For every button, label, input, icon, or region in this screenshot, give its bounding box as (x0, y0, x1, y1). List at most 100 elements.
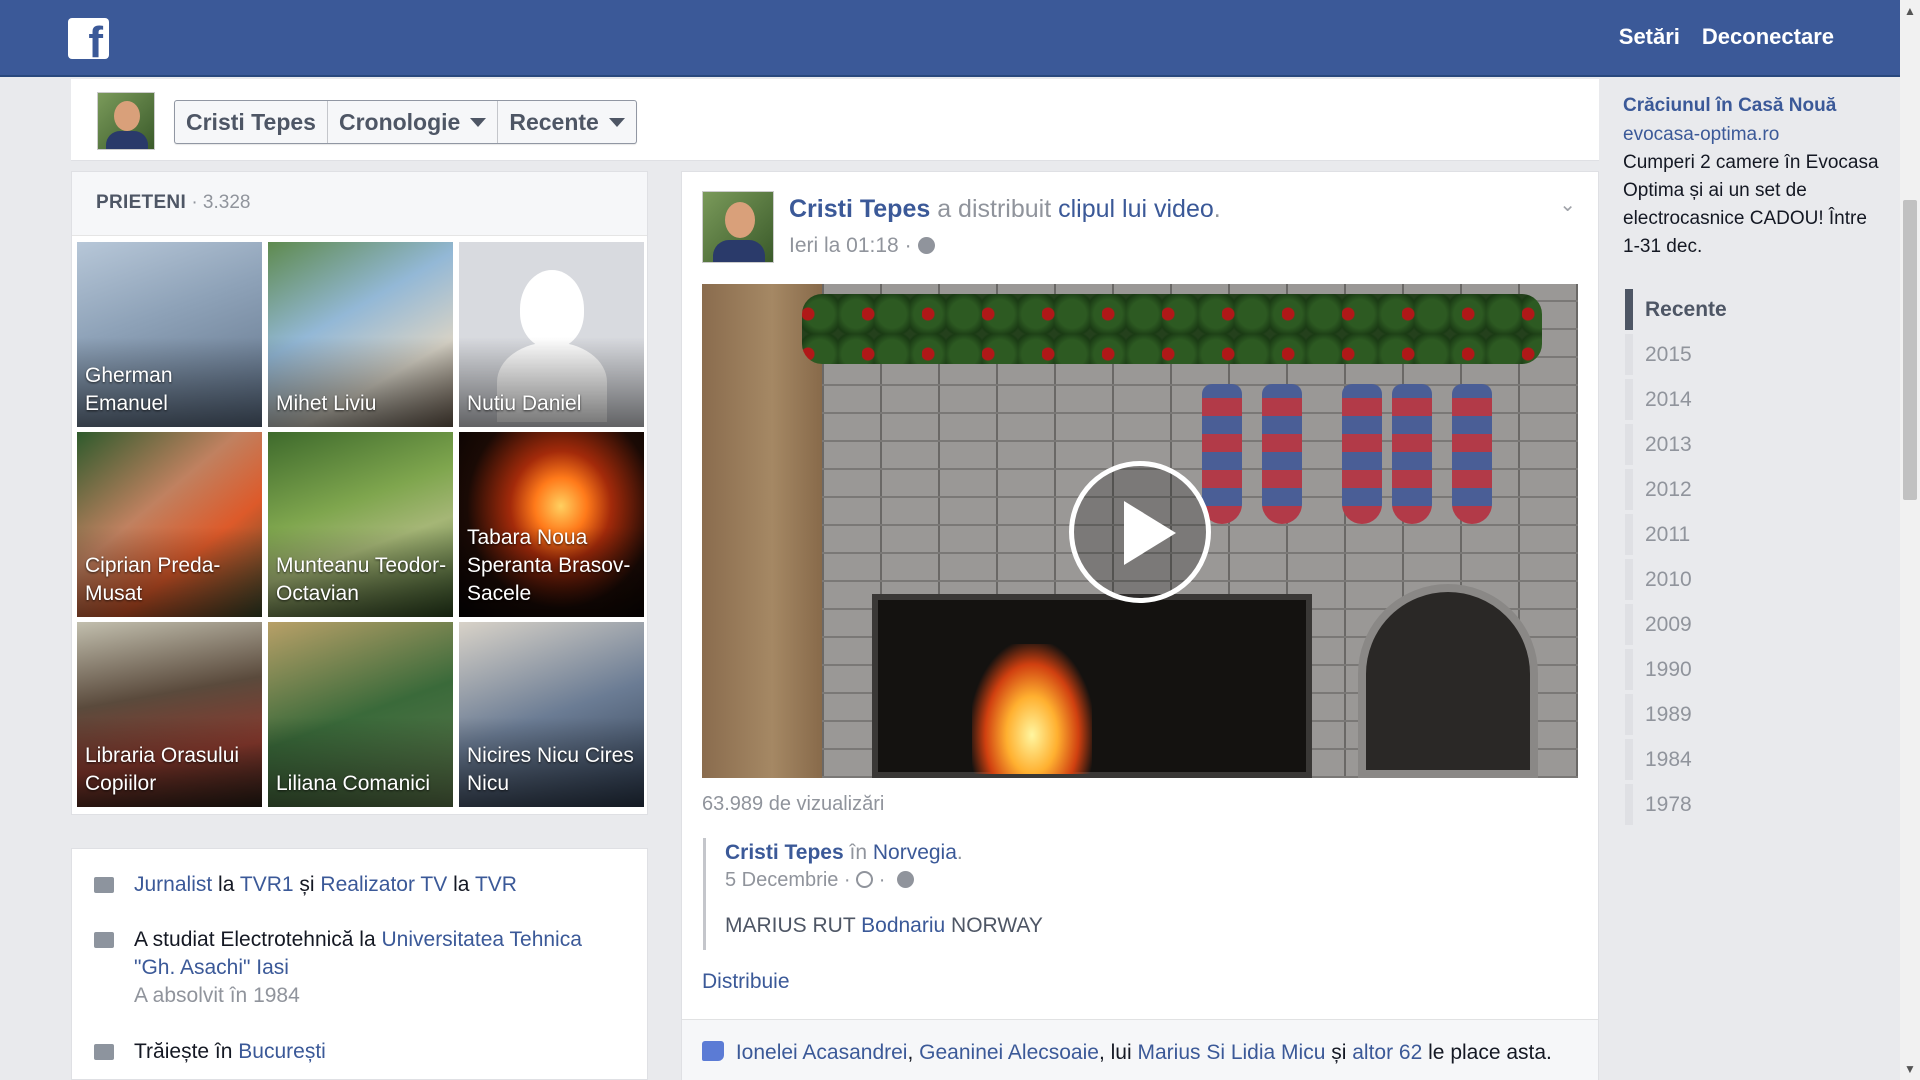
timeline-years-nav: Recente 2015 2014 2013 2012 2011 2010 20… (1625, 289, 1855, 829)
about-education: A studiat Electrotehnică la Universitate… (94, 926, 624, 1010)
clock-icon (856, 871, 874, 888)
top-links: Setări Deconectare (1619, 24, 1834, 50)
crumb-recent-dropdown[interactable]: Recente (498, 101, 635, 143)
friend-name: Gherman Emanuel (85, 364, 173, 415)
post-action-text: a distribuit (937, 195, 1052, 223)
settings-link[interactable]: Setări (1619, 24, 1680, 50)
crumb-label: Recente (509, 108, 599, 135)
friend-tile[interactable]: Mihet Liviu (268, 242, 453, 427)
friends-title[interactable]: PRIETENI (96, 192, 186, 213)
globe-icon[interactable] (896, 871, 914, 888)
year-item[interactable]: 1989 (1625, 694, 1855, 735)
friend-name: Mihet Liviu (276, 392, 377, 415)
crumb-profile-name[interactable]: Cristi Tepes (175, 101, 328, 143)
likes-bar: Ionelei Acasandrei, Geaninei Alecsoaie, … (682, 1019, 1598, 1080)
shared-video-link[interactable]: clipul lui video (1058, 195, 1214, 223)
ad-title[interactable]: Crăciunul în Casă Nouă (1623, 91, 1883, 120)
year-item[interactable]: 2015 (1625, 334, 1855, 375)
post-author-avatar[interactable] (702, 191, 774, 263)
friends-header: PRIETENI · 3.328 (72, 172, 647, 236)
about-text: la (218, 873, 235, 896)
friend-tile[interactable]: Ciprian Preda-Musat (77, 432, 262, 617)
liker-link[interactable]: Geaninei Alecsoaie (919, 1041, 1099, 1064)
employer-link[interactable]: TVR (475, 873, 517, 896)
friend-tile[interactable]: Gherman Emanuel (77, 242, 262, 427)
timeline-header: Cristi Tepes Cronologie Recente (71, 79, 1599, 161)
friend-name: Libraria Orasului Copiilor (85, 744, 240, 795)
meta-separator: · (878, 869, 886, 891)
sponsored-ad: Crăciunul în Casă Nouă evocasa-optima.ro… (1623, 91, 1883, 261)
liker-link[interactable]: Marius Si Lidia Micu (1137, 1041, 1325, 1064)
about-text: Trăiește în (134, 1040, 233, 1063)
post-card: Cristi Tepes a distribuit clipul lui vid… (681, 171, 1599, 1080)
year-item[interactable]: 1984 (1625, 739, 1855, 780)
crumb-label: Cronologie (338, 108, 461, 135)
chevron-down-icon (608, 117, 625, 127)
post-title: Cristi Tepes a distribuit clipul lui vid… (789, 195, 1221, 224)
shared-post-text: MARIUS RUT Bodnariu NORWAY (725, 914, 1543, 938)
friend-tile[interactable]: Nutiu Daniel (459, 242, 644, 427)
profile-avatar[interactable] (97, 92, 155, 150)
other-likers-link[interactable]: altor 62 (1352, 1041, 1422, 1064)
friends-count: · 3.328 (191, 192, 251, 213)
job-link[interactable]: Jurnalist (134, 873, 212, 896)
city-link[interactable]: București (238, 1040, 326, 1063)
friends-card: PRIETENI · 3.328 Gherman Emanuel Mihet L… (71, 171, 648, 815)
mention-link[interactable]: Bodnariu (861, 914, 945, 937)
friend-name: Munteanu Teodor-Octavian (276, 554, 447, 605)
year-item[interactable]: 2014 (1625, 379, 1855, 420)
about-text: la (453, 873, 470, 896)
year-item-recent[interactable]: Recente (1625, 289, 1855, 330)
page-scrollbar[interactable]: ▲ ▼ (1900, 0, 1920, 1080)
facebook-logo-icon[interactable]: f (68, 18, 109, 65)
year-item[interactable]: 2010 (1625, 559, 1855, 600)
globe-icon[interactable] (917, 237, 935, 254)
about-card: Jurnalist la TVR1 și Realizator TV la TV… (71, 848, 648, 1080)
friend-tile[interactable]: Liliana Comanici (268, 622, 453, 807)
year-item[interactable]: 2011 (1625, 514, 1855, 555)
location-link[interactable]: Norvegia (873, 841, 957, 864)
year-item[interactable]: 2013 (1625, 424, 1855, 465)
scroll-thumb[interactable] (1903, 200, 1917, 500)
employer-link[interactable]: TVR1 (240, 873, 294, 896)
likes-separator: , (907, 1041, 914, 1064)
play-button-icon[interactable] (1069, 461, 1211, 603)
chevron-down-icon (470, 117, 487, 127)
shared-text-part: NORWAY (951, 914, 1043, 937)
shared-author-link[interactable]: Cristi Tepes (725, 841, 844, 864)
shared-date[interactable]: 5 Decembrie · (725, 869, 851, 891)
likes-separator: și (1331, 1041, 1347, 1064)
post-timestamp: Ieri la 01:18 · (789, 234, 935, 258)
shared-post-meta: 5 Decembrie · · (725, 869, 1543, 892)
friend-name: Tabara Noua Speranta Brasov-Sacele (467, 526, 631, 605)
graduation-cap-icon (94, 932, 114, 948)
video-player[interactable] (702, 284, 1578, 778)
shared-text-part: MARIUS RUT (725, 914, 856, 937)
post-time-text[interactable]: Ieri la 01:18 · (789, 234, 912, 257)
ad-url[interactable]: evocasa-optima.ro (1623, 120, 1883, 149)
shared-post: Cristi Tepes în Norvegia. 5 Decembrie · … (703, 838, 1543, 950)
scroll-down-arrow-icon[interactable]: ▼ (1904, 1062, 1916, 1076)
ad-text: Cumperi 2 camere în Evocasa Optima și ai… (1623, 152, 1879, 257)
logout-link[interactable]: Deconectare (1702, 24, 1834, 50)
friend-name: Nutiu Daniel (467, 392, 582, 415)
friend-tile[interactable]: Tabara Noua Speranta Brasov-Sacele (459, 432, 644, 617)
shared-post-header: Cristi Tepes în Norvegia. (725, 838, 1543, 868)
liker-link[interactable]: Ionelei Acasandrei (736, 1041, 908, 1064)
friend-tile[interactable]: Libraria Orasului Copiilor (77, 622, 262, 807)
year-item[interactable]: 2009 (1625, 604, 1855, 645)
about-work: Jurnalist la TVR1 și Realizator TV la TV… (94, 871, 517, 899)
timeline-navigation: Cristi Tepes Cronologie Recente (174, 100, 637, 144)
crumb-timeline-dropdown[interactable]: Cronologie (328, 101, 499, 143)
year-item[interactable]: 1990 (1625, 649, 1855, 690)
post-author-link[interactable]: Cristi Tepes (789, 195, 930, 223)
job-link[interactable]: Realizator TV (320, 873, 447, 896)
friend-tile[interactable]: Munteanu Teodor-Octavian (268, 432, 453, 617)
view-count: 63.989 de vizualizări (702, 793, 885, 815)
share-button[interactable]: Distribuie (702, 970, 790, 994)
post-options-chevron-icon[interactable]: ⌄ (1559, 192, 1576, 217)
year-item[interactable]: 2012 (1625, 469, 1855, 510)
scroll-up-arrow-icon[interactable]: ▲ (1904, 4, 1916, 18)
friend-tile[interactable]: Nicires Nicu Cires Nicu (459, 622, 644, 807)
year-item[interactable]: 1978 (1625, 784, 1855, 825)
